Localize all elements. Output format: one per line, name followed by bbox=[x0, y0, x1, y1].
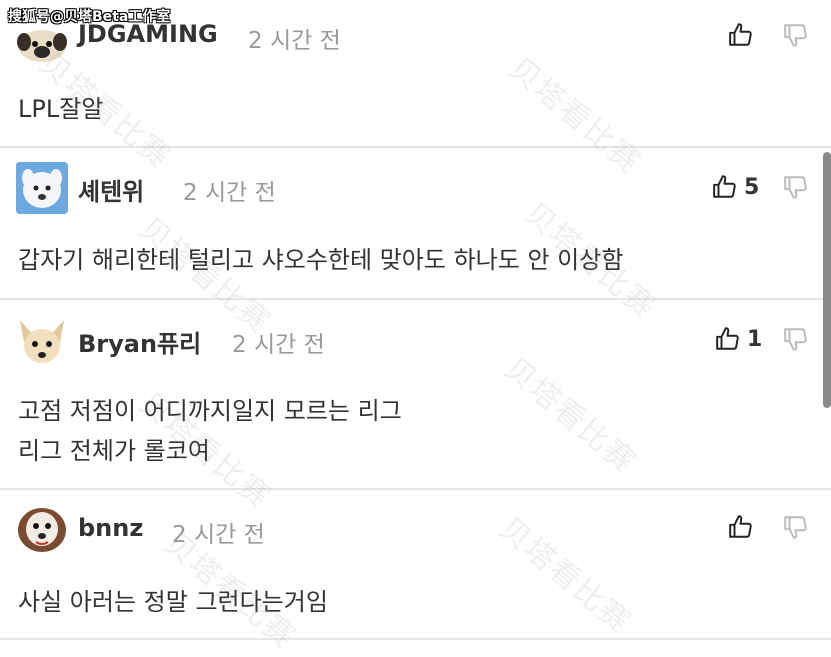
comment-line: LPL잘알 bbox=[18, 95, 104, 123]
thumbs-down-icon bbox=[784, 516, 807, 539]
comment-line: 갑자기 해리한테 털리고 샤오수한테 맞아도 하나도 안 이상함 bbox=[18, 246, 624, 274]
username[interactable]: 셰텐위 bbox=[78, 172, 144, 207]
comment-item: Bryan퓨리 2 시간 전 1 고점 저점이 어디까지일지 모르는 리그 리그… bbox=[0, 300, 823, 488]
thumbs-up-icon bbox=[729, 23, 752, 46]
divider bbox=[0, 638, 831, 640]
comment-item: bnnz 2 시간 전 사실 아러는 정말 그런다는거임 bbox=[0, 490, 823, 640]
comment-body: LPL잘알 bbox=[18, 89, 103, 129]
like-button[interactable] bbox=[728, 20, 760, 50]
comment-time: 2 시간 전 bbox=[172, 522, 265, 548]
comment-time: 2 시간 전 bbox=[248, 28, 341, 54]
like-button[interactable]: 5 bbox=[712, 172, 759, 202]
avatar[interactable] bbox=[16, 162, 68, 214]
like-button[interactable] bbox=[728, 512, 760, 542]
shih-tzu-avatar-icon bbox=[18, 508, 66, 552]
scrollbar[interactable] bbox=[823, 152, 831, 408]
like-count: 1 bbox=[747, 326, 763, 352]
thumbs-up-icon bbox=[729, 515, 752, 538]
comment-line: 리그 전체가 롤코여 bbox=[18, 437, 210, 465]
username[interactable]: bnnz bbox=[78, 514, 143, 542]
white-dog-avatar-icon bbox=[16, 162, 68, 214]
dislike-button[interactable] bbox=[783, 20, 811, 50]
comment-item: 셰텐위 2 시간 전 5 갑자기 해리한테 털리고 샤오수한테 맞아도 하나도 … bbox=[0, 148, 823, 298]
chihuahua-avatar-icon bbox=[20, 320, 64, 363]
like-count: 5 bbox=[744, 174, 760, 200]
avatar[interactable] bbox=[16, 502, 68, 554]
username[interactable]: Bryan퓨리 bbox=[78, 324, 201, 359]
avatar[interactable] bbox=[16, 316, 68, 368]
thumbs-up-icon bbox=[716, 327, 739, 350]
comment-line: 고점 저점이 어디까지일지 모르는 리그 bbox=[18, 397, 402, 425]
thumbs-down-icon bbox=[784, 24, 807, 47]
dislike-button[interactable] bbox=[783, 512, 811, 542]
dislike-button[interactable] bbox=[783, 172, 811, 202]
thumbs-down-icon bbox=[784, 176, 807, 199]
thumbs-up-icon bbox=[713, 175, 736, 198]
comment-time: 2 시간 전 bbox=[232, 332, 325, 358]
thumbs-down-icon bbox=[784, 328, 807, 351]
like-button[interactable]: 1 bbox=[715, 324, 762, 354]
comment-body: 고점 저점이 어디까지일지 모르는 리그 리그 전체가 롤코여 bbox=[18, 391, 402, 471]
comment-body: 갑자기 해리한테 털리고 샤오수한테 맞아도 하나도 안 이상함 bbox=[18, 240, 623, 280]
comment-line: 사실 아러는 정말 그런다는거임 bbox=[18, 588, 328, 616]
source-watermark-label: 搜狐号@贝塔Beta工作室 bbox=[8, 9, 171, 25]
comment-body: 사실 아러는 정말 그런다는거임 bbox=[18, 582, 328, 622]
dislike-button[interactable] bbox=[783, 324, 811, 354]
comment-time: 2 시간 전 bbox=[183, 180, 276, 206]
